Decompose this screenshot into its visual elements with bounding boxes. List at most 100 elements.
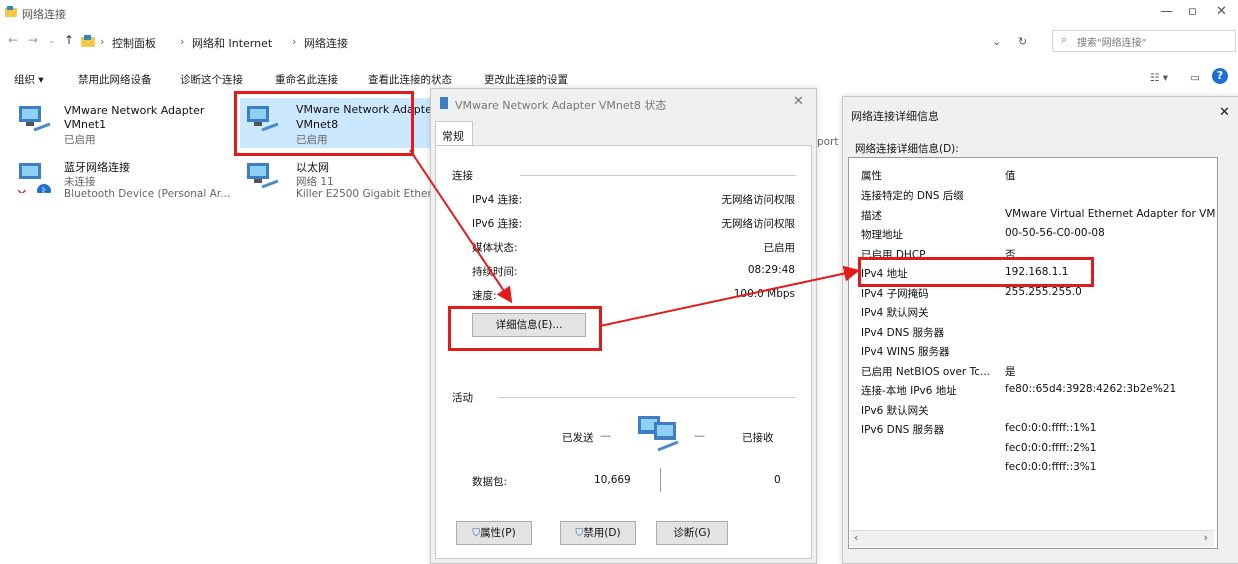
search-box[interactable]: ⌕ 搜索"网络连接" <box>1052 30 1236 52</box>
detail-property: 物理地址 <box>861 229 903 241</box>
adapter-vmnet1[interactable]: VMware Network Adapter VMnet1 已启用 <box>16 100 231 150</box>
breadcrumb-network-connections[interactable]: 网络连接 <box>304 35 348 51</box>
disable-device-button[interactable]: 禁用此网络设备 <box>78 72 152 87</box>
breadcrumb-separator: › <box>100 35 105 48</box>
view-status-button[interactable]: 查看此连接的状态 <box>368 72 452 87</box>
dialog-close-button[interactable]: ✕ <box>793 94 804 109</box>
bluetooth-adapter-icon: ᛒ ✕ <box>16 163 51 193</box>
detail-row[interactable]: IPv4 子网掩码 255.255.255.0 <box>861 286 1211 301</box>
divider <box>498 397 796 398</box>
breadcrumb-control-panel[interactable]: 控制面板 <box>112 35 156 51</box>
detail-property: IPv6 DNS 服务器 <box>861 424 945 436</box>
network-adapter-icon <box>19 106 51 132</box>
detail-property: IPv6 默认网关 <box>861 404 929 417</box>
detail-row[interactable]: IPv6 默认网关 <box>861 403 1211 418</box>
detail-row[interactable]: 描述 VMware Virtual Ethernet Adapter for VM <box>861 208 1215 223</box>
highlight-vmnet8 <box>234 91 414 156</box>
packets-received: 0 <box>774 474 781 486</box>
details-listview[interactable]: 属性 值 连接特定的 DNS 后缀描述 VMware Virtual Ethern… <box>848 157 1218 549</box>
duration-label: 持续时间: <box>472 266 518 278</box>
disable-button[interactable]: ⛉禁用(D) <box>560 521 636 545</box>
detail-value: fec0:0:0:ffff::2%1 <box>1005 441 1097 454</box>
properties-button[interactable]: ⛉属性(P) <box>456 521 532 545</box>
adapter-status: 已启用 <box>64 134 96 146</box>
up-button[interactable]: ↑ <box>64 33 74 47</box>
detail-property: 连接特定的 DNS 后缀 <box>861 190 964 202</box>
detail-row[interactable]: IPv4 WINS 服务器 <box>861 344 1211 359</box>
forward-button[interactable]: → <box>28 33 38 47</box>
close-button[interactable]: ✕ <box>1216 4 1227 19</box>
back-button[interactable]: ← <box>8 33 18 47</box>
breadcrumb-network-internet[interactable]: 网络和 Internet <box>192 35 272 51</box>
view-options-icon[interactable]: ☷ ▾ <box>1150 72 1168 84</box>
adapter-ethernet[interactable]: 以太网 网络 11 Killer E2500 Gigabit Ether <box>240 157 432 207</box>
change-settings-button[interactable]: 更改此连接的设置 <box>484 72 568 87</box>
adapter-bluetooth[interactable]: ᛒ ✕ 蓝牙网络连接 未连接 Bluetooth Device (Persona… <box>16 157 231 207</box>
preview-pane-icon[interactable]: ▭ <box>1190 72 1200 84</box>
detail-row[interactable]: IPv4 默认网关 <box>861 305 1211 320</box>
adapter-line2: 网络 11 <box>296 176 334 188</box>
ipv6-label: IPv6 连接: <box>472 218 523 230</box>
section-connection: 连接 <box>452 170 473 182</box>
detail-value: fec0:0:0:ffff::3%1 <box>1005 461 1097 473</box>
detail-value: 是 <box>1005 365 1016 378</box>
diagnose-button[interactable]: 诊断(G) <box>656 521 728 545</box>
search-input[interactable]: 搜索"网络连接" <box>1077 34 1146 49</box>
minimize-button[interactable]: — <box>1160 4 1173 19</box>
ipv4-label: IPv4 连接: <box>472 194 523 206</box>
window-title: 网络连接 <box>22 8 66 21</box>
network-folder-icon <box>5 6 17 17</box>
window-titlebar: 网络连接 — ▫ ✕ <box>0 0 1238 28</box>
detail-property: IPv4 子网掩码 <box>861 287 929 300</box>
address-dropdown-icon[interactable]: ⌄ <box>992 35 1001 48</box>
detail-value: fec0:0:0:ffff::1%1 <box>1005 422 1097 434</box>
svg-text:ᛒ: ᛒ <box>41 187 47 193</box>
media-state-label: 媒体状态: <box>472 242 518 254</box>
column-property[interactable]: 属性 <box>861 170 882 182</box>
search-icon: ⌕ <box>1061 33 1068 46</box>
detail-value: 255.255.255.0 <box>1005 285 1082 298</box>
rename-connection-button[interactable]: 重命名此连接 <box>275 72 338 87</box>
recent-dropdown-icon[interactable]: ⌄ <box>48 36 56 46</box>
list-header: 属性 值 <box>861 168 1211 183</box>
detail-property: 已启用 NetBIOS over Tc... <box>861 365 991 378</box>
dialog-title: VMware Network Adapter VMnet8 状态 <box>455 99 667 112</box>
packets-sent: 10,669 <box>594 474 631 486</box>
adapter-line2: VMnet1 <box>64 118 107 131</box>
speed-label: 速度: <box>472 290 497 302</box>
scroll-right-icon[interactable]: › <box>1204 531 1208 544</box>
sent-line: — <box>600 429 611 442</box>
diagnose-connection-button[interactable]: 诊断这个连接 <box>180 72 243 87</box>
column-value[interactable]: 值 <box>1005 168 1016 183</box>
packets-label: 数据包: <box>472 476 508 488</box>
detail-row[interactable]: 已启用 NetBIOS over Tc... 是 <box>861 364 1211 379</box>
detail-row[interactable]: IPv6 DNS 服务器 fec0:0:0:ffff::1%1 <box>861 422 1211 437</box>
adapter-name: 以太网 <box>296 161 329 174</box>
adapter-name: 蓝牙网络连接 <box>64 161 130 174</box>
adapter-status: Bluetooth Device (Personal Ar... <box>64 188 231 200</box>
control-panel-icon <box>81 35 95 47</box>
detail-property: IPv4 DNS 服务器 <box>861 326 945 339</box>
maximize-button[interactable]: ▫ <box>1188 4 1197 19</box>
tab-panel: 连接 IPv4 连接: 无网络访问权限 IPv6 连接: 无网络访问权限 媒体状… <box>435 145 812 559</box>
adapter-status: Killer E2500 Gigabit Ether <box>296 188 432 200</box>
help-icon[interactable]: ? <box>1212 68 1228 84</box>
details-close-button[interactable]: ✕ <box>1219 105 1230 120</box>
detail-value: fe80::65d4:3928:4262:3b2e%21 <box>1005 383 1177 395</box>
detail-row[interactable]: IPv4 DNS 服务器 <box>861 325 1211 340</box>
refresh-icon[interactable]: ↻ <box>1018 35 1027 48</box>
sent-label: 已发送 <box>562 432 594 444</box>
detail-value: 00-50-56-C0-00-08 <box>1005 227 1105 239</box>
detail-row[interactable]: 连接-本地 IPv6 地址 fe80::65d4:3928:4262:3b2e%2… <box>861 383 1211 398</box>
detail-property: IPv4 默认网关 <box>861 307 929 319</box>
detail-row[interactable]: 物理地址 00-50-56-C0-00-08 <box>861 227 1211 242</box>
properties-label: 属性(P) <box>480 527 516 539</box>
scroll-left-icon[interactable]: ‹ <box>854 531 858 544</box>
detail-row[interactable]: 连接特定的 DNS 后缀 <box>861 188 1211 203</box>
tab-general[interactable]: 常规 <box>435 121 473 146</box>
horizontal-scrollbar[interactable]: ‹ › <box>850 530 1214 547</box>
disable-label: 禁用(D) <box>583 527 621 539</box>
organize-menu[interactable]: 组织 ▾ <box>14 72 44 87</box>
svg-text:✕: ✕ <box>16 187 28 193</box>
adapter-small-icon <box>440 97 448 109</box>
